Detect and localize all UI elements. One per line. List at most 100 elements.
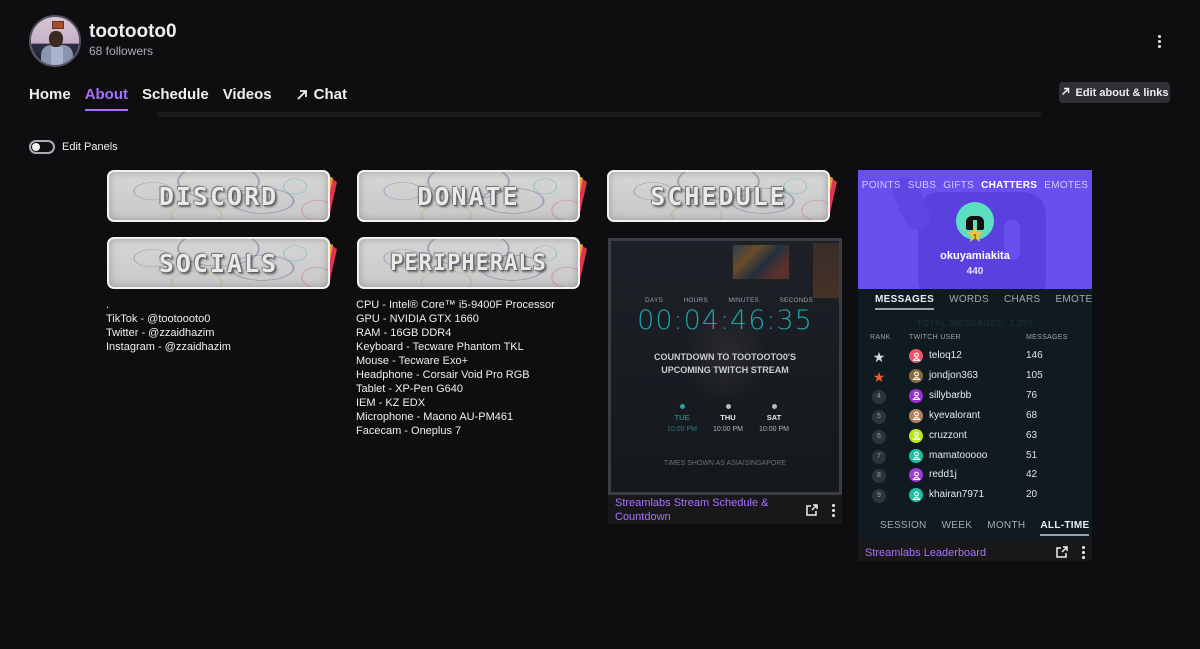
day-indicator-dot <box>679 404 685 409</box>
more-options-button[interactable] <box>1150 32 1168 50</box>
user-icon <box>911 391 921 401</box>
banner-label: Schedule <box>650 181 787 211</box>
user-avatar <box>909 349 923 363</box>
panel-banner-schedule[interactable]: Schedule <box>607 170 842 225</box>
tab-chat[interactable]: Chat <box>296 86 347 109</box>
tab-all-time[interactable]: ALL-TIME <box>1040 520 1090 536</box>
schedule-day: SAT 10:00 PM <box>759 404 789 433</box>
peripherals-description: CPU - Intel® Core™ i5-9400F Processor GP… <box>356 298 555 438</box>
extension-more-options-button[interactable] <box>830 504 836 517</box>
edit-about-links-label: Edit about & links <box>1075 86 1169 99</box>
tab-home[interactable]: Home <box>29 86 71 109</box>
tab-emotes[interactable]: EMOTES <box>1044 180 1088 191</box>
extension-footer-actions <box>805 504 836 517</box>
banner-label: Donate <box>417 181 520 211</box>
tab-words[interactable]: WORDS <box>949 294 989 310</box>
extension-more-options-button[interactable] <box>1080 546 1086 559</box>
tab-chars[interactable]: CHARS <box>1004 294 1041 310</box>
tab-month[interactable]: MONTH <box>987 520 1025 536</box>
schedule-day: TUE 10:00 PM <box>667 404 697 433</box>
tab-points[interactable]: POINTS <box>862 180 901 191</box>
day-indicator-dot <box>771 404 777 409</box>
leaderboard-row: 5 kyevalorant 68 <box>858 407 1092 427</box>
user-name: kyevalorant <box>929 409 981 421</box>
peripherals-line: GPU - NVIDIA GTX 1660 <box>356 313 479 325</box>
countdown-unit-labels: DAYS HOURS MINUTES SECONDS <box>611 297 839 304</box>
leaderboard-period-tabs: SESSION WEEK MONTH ALL-TIME <box>880 520 1090 536</box>
user-name: mamatooooo <box>929 449 988 461</box>
socials-line: Instagram - @zzaidhazim <box>106 341 231 353</box>
user-name: khairan7971 <box>929 489 985 501</box>
peripherals-line: Microphone - Maono AU-PM461 <box>356 411 514 423</box>
panel-banner-discord[interactable]: Discord <box>107 170 342 225</box>
channel-avatar[interactable] <box>29 15 81 67</box>
user-score: 105 <box>1026 369 1043 381</box>
extension-name-link[interactable]: Streamlabs Stream Schedule & Countdown <box>615 496 775 524</box>
panel-banner-donate[interactable]: Donate <box>357 170 592 225</box>
user-name: redd1j <box>929 469 957 481</box>
panel-banner-peripherals[interactable]: Peripherals <box>357 237 592 292</box>
extension-footer-actions <box>1055 546 1086 559</box>
user-icon <box>911 471 921 480</box>
kebab-dot-icon <box>1081 546 1085 549</box>
leaderboard-metric-tabs: MESSAGES WORDS CHARS EMOTES <box>875 294 1092 310</box>
countdown-title: COUNTDOWN TO TOOTOOTO0'S UPCOMING TWITCH… <box>611 351 839 377</box>
user-icon <box>911 491 921 500</box>
rank-badge: 5 <box>872 409 886 424</box>
socials-line: TikTok - @tootoooto0 <box>106 313 211 325</box>
user-avatar <box>909 368 923 383</box>
tab-week[interactable]: WEEK <box>942 520 973 536</box>
peripherals-line: CPU - Intel® Core™ i5-9400F Processor <box>356 299 555 311</box>
tab-label: Home <box>29 86 71 103</box>
avatar-body <box>41 45 73 65</box>
tab-videos[interactable]: Videos <box>223 86 272 109</box>
user-name: sillybarbb <box>929 389 972 401</box>
user-name: jondjon363 <box>929 369 978 381</box>
leaderboard-extension: POINTS SUBS GIFTS CHATTERS EMOTES ★ 1 oku… <box>858 170 1092 540</box>
column-header-messages: MESSAGES <box>1026 334 1068 341</box>
countdown-label-seconds: SECONDS <box>779 297 813 304</box>
day-name: SAT <box>766 413 782 422</box>
day-name: TUE <box>674 413 690 422</box>
tab-label: Videos <box>222 86 272 103</box>
rank-badge: 9 <box>872 489 886 504</box>
user-score: 68 <box>1026 409 1038 421</box>
tab-gifts[interactable]: GIFTS <box>943 180 974 191</box>
banner-plate: Socials <box>107 237 330 289</box>
kebab-dot-icon <box>831 514 835 517</box>
tab-emotes[interactable]: EMOTES <box>1055 294 1092 310</box>
extension-name-link[interactable]: Streamlabs Leaderboard <box>865 546 986 560</box>
champion-rank: 1 <box>972 233 978 242</box>
edit-about-links-button[interactable]: Edit about & links <box>1059 82 1170 103</box>
day-time: 10:00 PM <box>759 426 789 433</box>
popout-icon[interactable] <box>805 504 818 517</box>
edit-panels-label: Edit Panels <box>62 141 118 153</box>
tab-schedule[interactable]: Schedule <box>142 86 209 109</box>
schedule-days: TUE 10:00 PM THU 10:00 PM SAT 10:00 PM <box>667 404 789 433</box>
tab-about[interactable]: About <box>84 86 129 111</box>
leaderboard-row: 8 redd1j 42 <box>858 466 1092 486</box>
socials-description: . TikTok - @tootoooto0 Twitter - @zzaidh… <box>106 298 231 354</box>
user-icon <box>911 411 921 421</box>
socials-line: Twitter - @zzaidhazim <box>106 327 215 339</box>
tab-messages[interactable]: MESSAGES <box>875 294 935 310</box>
day-time: 10:00 PM <box>667 426 697 433</box>
day-time: 10:00 PM <box>713 426 743 433</box>
kebab-dot-icon <box>831 509 835 512</box>
edit-panels-toggle[interactable] <box>29 140 55 154</box>
tab-subs[interactable]: SUBS <box>908 180 936 191</box>
total-messages: TOTAL MESSAGES: 1,297 <box>916 318 1034 328</box>
champion-score: 440 <box>966 266 984 277</box>
rank-bronze-star-icon: ★ <box>872 368 886 385</box>
user-avatar <box>909 428 923 443</box>
peripherals-line: Facecam - Oneplus 7 <box>356 425 462 437</box>
tab-session[interactable]: SESSION <box>880 520 927 536</box>
popout-icon[interactable] <box>1055 546 1068 559</box>
timezone-note: TIMES SHOWN AS ASIA/SINGAPORE <box>663 460 787 467</box>
tab-chatters[interactable]: CHATTERS <box>981 180 1037 191</box>
banner-plate: Schedule <box>607 170 830 222</box>
rank-badge: 4 <box>872 389 886 404</box>
panel-banner-socials[interactable]: Socials <box>107 237 342 292</box>
schedule-day: THU 10:00 PM <box>713 404 743 433</box>
peripherals-line: RAM - 16GB DDR4 <box>356 327 452 339</box>
